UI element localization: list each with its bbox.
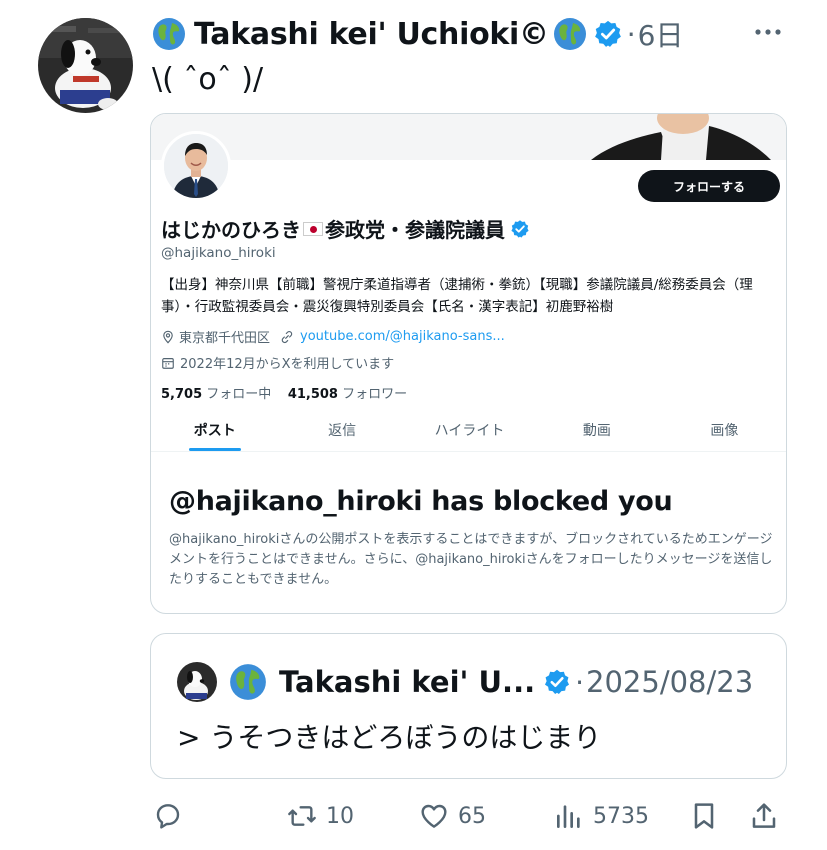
profile-screenshot-card[interactable]: フォローする はじかのひろき 参政党・参議院議員 @hajikano_hirok… [150, 113, 787, 614]
reply-icon [156, 804, 180, 829]
share-icon [752, 803, 776, 828]
location-icon [163, 330, 173, 344]
tab-replies[interactable]: 返信 [278, 412, 405, 451]
avatar[interactable] [38, 18, 133, 113]
tweet-header: Takashi kei' Uchioki© · 6日 [152, 14, 683, 54]
verified-icon [545, 669, 570, 695]
views-button[interactable]: 5735 [553, 796, 649, 836]
tab-images[interactable]: 画像 [661, 412, 786, 451]
tab-posts[interactable]: ポスト [151, 412, 278, 451]
verified-icon [511, 219, 529, 238]
profile-avatar[interactable] [161, 131, 231, 201]
like-icon [421, 804, 447, 828]
following-label: フォロー中 [206, 387, 272, 402]
separator: · [626, 17, 636, 51]
like-count: 65 [458, 803, 486, 829]
tweet-text: \( ˆoˆ )/ [152, 62, 264, 97]
japan-flag-icon [303, 221, 323, 236]
retweet-count: 10 [326, 803, 354, 829]
profile-joined: 2022年12月からXを利用しています [161, 353, 394, 372]
verified-icon [594, 20, 621, 47]
following-count[interactable]: 5,705 [161, 387, 202, 402]
quoted-avatar [177, 662, 217, 702]
blocked-text: @hajikano_hirokiさんの公開ポストを表示することはできますが、ブロ… [169, 532, 773, 587]
reply-button[interactable] [152, 796, 184, 836]
tab-videos[interactable]: 動画 [533, 412, 660, 451]
profile-bio: 【出身】神奈川県【前職】警視庁柔道指導者（逮捕術・拳銃）【現職】参議院議員/総務… [161, 277, 753, 315]
bookmark-icon [694, 803, 714, 829]
profile-name-part1: はじかのひろき [161, 218, 301, 242]
globe-icon [553, 18, 586, 50]
profile-meta: 東京都千代田区 youtube.com/@hajikano-sans... [161, 327, 505, 346]
profile-name-part2: 参政党・参議院議員 [325, 218, 505, 242]
quoted-author-name: Takashi kei' U... [279, 665, 536, 699]
profile-link[interactable]: youtube.com/@hajikano-sans... [300, 329, 505, 344]
quoted-tweet[interactable]: Takashi kei' U... · 2025/08/23 > うそつきはどろ… [150, 633, 787, 779]
link-icon [281, 330, 293, 343]
profile-banner [151, 114, 786, 160]
followers-label: フォロワー [342, 387, 408, 402]
author-name[interactable]: Takashi kei' Uchioki© [194, 17, 549, 52]
quoted-tweet-header: Takashi kei' U... · 2025/08/23 [177, 662, 753, 702]
globe-icon [230, 664, 266, 700]
blocked-title: @hajikano_hiroki has blocked you [169, 486, 673, 517]
like-button[interactable]: 65 [418, 796, 486, 836]
views-icon [557, 805, 580, 828]
timestamp[interactable]: 6日 [638, 14, 684, 54]
action-bar: 10 65 5735 [150, 796, 790, 836]
share-button[interactable] [748, 796, 780, 836]
followers-count[interactable]: 41,508 [288, 387, 338, 402]
profile-name: はじかのひろき 参政党・参議院議員 [161, 214, 530, 243]
joined-text: 2022年12月からXを利用しています [180, 357, 395, 372]
more-icon[interactable] [750, 18, 786, 46]
bookmark-button[interactable] [688, 796, 720, 836]
tab-highlights[interactable]: ハイライト [406, 412, 533, 451]
view-count: 5735 [593, 803, 649, 829]
profile-tabs: ポスト 返信 ハイライト 動画 画像 [151, 412, 786, 452]
calendar-icon [162, 357, 174, 369]
profile-location: 東京都千代田区 [179, 331, 271, 346]
retweet-icon [288, 806, 316, 826]
profile-stats: 5,705 フォロー中 41,508 フォロワー [161, 383, 407, 402]
follow-button[interactable]: フォローする [638, 170, 780, 202]
separator: · [575, 665, 585, 699]
profile-handle: @hajikano_hiroki [161, 245, 276, 261]
globe-icon [153, 18, 185, 50]
quoted-text: > うそつきはどろぼうのはじまり [177, 721, 602, 754]
quoted-date: 2025/08/23 [586, 665, 754, 699]
retweet-button[interactable]: 10 [286, 796, 354, 836]
